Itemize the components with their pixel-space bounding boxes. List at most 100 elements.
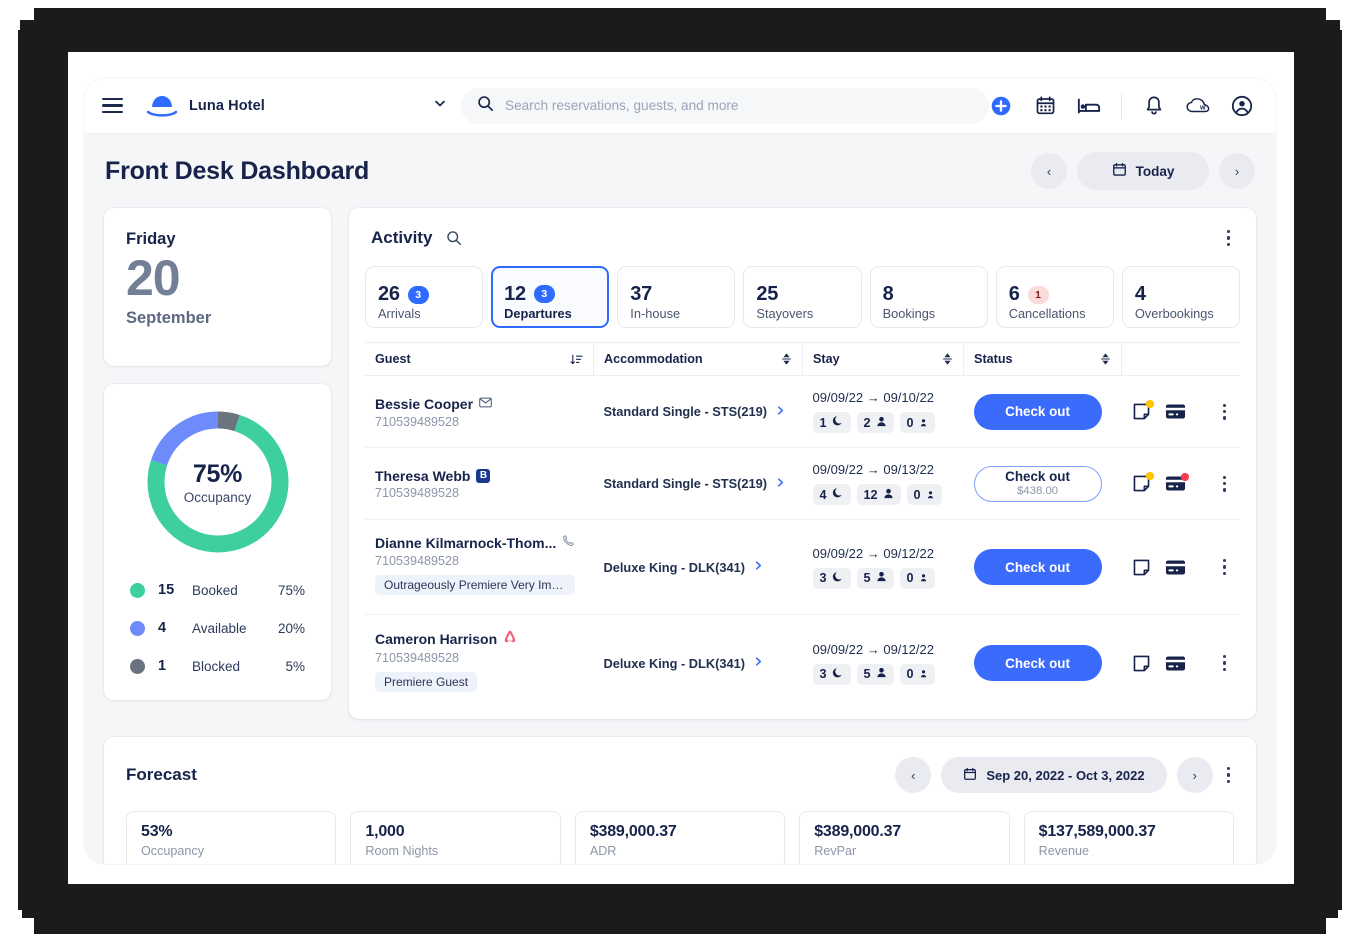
table-row[interactable]: Theresa Webb B 710539489528 Standard Sin… bbox=[365, 448, 1240, 520]
column-header-guest[interactable]: Guest bbox=[365, 343, 593, 376]
forecast-more-vertical-icon[interactable] bbox=[1223, 763, 1234, 787]
search-input[interactable] bbox=[505, 98, 973, 113]
property-selector[interactable]: Luna Hotel bbox=[123, 91, 447, 121]
chevron-right-icon[interactable] bbox=[775, 403, 786, 421]
calendar-icon[interactable] bbox=[1033, 94, 1057, 118]
child-icon bbox=[919, 571, 928, 585]
table-row[interactable]: Bessie Cooper 710539489528 bbox=[365, 376, 1240, 448]
payment-card-icon[interactable] bbox=[1165, 403, 1186, 420]
note-icon[interactable] bbox=[1132, 654, 1151, 673]
activity-card: Activity 26 3 Arrivals bbox=[349, 208, 1256, 719]
legend-percent: 75% bbox=[278, 583, 305, 598]
legend-item-booked: 15 Booked 75% bbox=[130, 582, 305, 598]
chevron-right-icon[interactable] bbox=[753, 558, 764, 576]
activity-more-vertical-icon[interactable] bbox=[1223, 226, 1234, 250]
account-circle-icon[interactable] bbox=[1230, 94, 1254, 118]
guest-id: 710539489528 bbox=[375, 554, 583, 568]
date-card: Friday 20 September bbox=[104, 208, 331, 366]
accommodation-cell[interactable]: Standard Single - STS(219) bbox=[593, 376, 802, 448]
check-out-button[interactable]: Check out bbox=[974, 394, 1102, 430]
adults-chip: 5 bbox=[857, 568, 894, 589]
check-out-button[interactable]: Check out $438.00 bbox=[974, 466, 1102, 502]
children-chip: 0 bbox=[900, 568, 935, 589]
accommodation-cell[interactable]: Deluxe King - DLK(341) bbox=[593, 520, 802, 615]
stay-cell: 09/09/22 → 09/13/22 4 12 bbox=[803, 448, 964, 520]
notifications-bell-icon[interactable] bbox=[1142, 94, 1166, 118]
check-out-button[interactable]: Check out bbox=[974, 645, 1102, 681]
legend-percent: 20% bbox=[278, 621, 305, 636]
stat-tab-arrivals[interactable]: 26 3 Arrivals bbox=[365, 266, 483, 328]
nights-count: 3 bbox=[820, 571, 827, 585]
stat-number: 26 bbox=[378, 283, 400, 306]
payment-card-icon[interactable] bbox=[1165, 559, 1186, 576]
payment-card-icon[interactable] bbox=[1165, 655, 1186, 672]
column-header-actions bbox=[1122, 343, 1240, 376]
note-icon[interactable] bbox=[1132, 558, 1151, 577]
sort-toggle-icon[interactable] bbox=[1100, 352, 1111, 366]
bed-icon[interactable] bbox=[1077, 94, 1101, 118]
row-more-vertical-icon[interactable] bbox=[1219, 555, 1230, 579]
stat-label: Departures bbox=[504, 306, 572, 321]
forecast-next-button[interactable]: › bbox=[1177, 757, 1213, 793]
global-search[interactable] bbox=[461, 88, 989, 124]
stat-label: Overbookings bbox=[1135, 306, 1214, 321]
stat-tab-bookings[interactable]: 8 Bookings bbox=[870, 266, 988, 328]
note-icon[interactable] bbox=[1132, 402, 1151, 421]
row-more-vertical-icon[interactable] bbox=[1219, 400, 1230, 424]
kpi-adr: $389,000.37 ADR bbox=[575, 811, 785, 864]
column-header-stay[interactable]: Stay bbox=[803, 343, 964, 376]
chevron-right-icon[interactable] bbox=[775, 475, 786, 493]
accommodation-cell[interactable]: Standard Single - STS(219) bbox=[593, 448, 802, 520]
previous-day-button[interactable]: ‹ bbox=[1031, 153, 1067, 189]
note-icon[interactable] bbox=[1132, 474, 1151, 493]
accommodation-name: Standard Single - STS(219) bbox=[603, 476, 767, 491]
add-circle-icon[interactable] bbox=[989, 94, 1013, 118]
sort-toggle-icon[interactable] bbox=[942, 352, 953, 366]
table-row[interactable]: Dianne Kilmarnock-Thom... 710539489528 O… bbox=[365, 520, 1240, 615]
adults-chip: 2 bbox=[857, 412, 894, 433]
children-chip: 0 bbox=[900, 664, 935, 685]
stat-badge: 3 bbox=[534, 285, 555, 303]
row-more-vertical-icon[interactable] bbox=[1219, 651, 1230, 675]
column-label: Stay bbox=[813, 352, 840, 366]
row-more-vertical-icon[interactable] bbox=[1219, 472, 1230, 496]
nights-chip: 4 bbox=[813, 484, 851, 505]
accommodation-cell[interactable]: Deluxe King - DLK(341) bbox=[593, 615, 802, 712]
chevron-right-icon[interactable] bbox=[753, 654, 764, 672]
payment-alert-dot bbox=[1181, 473, 1189, 481]
payment-card-icon[interactable] bbox=[1165, 475, 1186, 492]
stat-number: 12 bbox=[504, 283, 526, 306]
page-title: Front Desk Dashboard bbox=[105, 157, 369, 186]
search-icon[interactable] bbox=[446, 230, 462, 246]
nights-chip: 3 bbox=[813, 568, 851, 589]
booking-com-icon: B bbox=[476, 469, 490, 483]
stat-tab-cancellations[interactable]: 6 1 Cancellations bbox=[996, 266, 1114, 328]
forecast-previous-button[interactable]: ‹ bbox=[895, 757, 931, 793]
children-chip: 0 bbox=[900, 412, 935, 433]
topbar-actions: w bbox=[989, 93, 1254, 119]
stat-tab-stayovers[interactable]: 25 Stayovers bbox=[743, 266, 861, 328]
sort-desc-icon[interactable] bbox=[570, 353, 583, 366]
kpi-occupancy: 53% Occupancy bbox=[126, 811, 336, 864]
guest-name: Dianne Kilmarnock-Thom... bbox=[375, 535, 556, 551]
row-actions-cell bbox=[1122, 376, 1240, 448]
calendar-icon bbox=[963, 767, 977, 784]
sort-toggle-icon[interactable] bbox=[781, 352, 792, 366]
forecast-range-button[interactable]: Sep 20, 2022 - Oct 3, 2022 bbox=[941, 757, 1166, 793]
check-out-button[interactable]: Check out bbox=[974, 549, 1102, 585]
chevron-down-icon[interactable] bbox=[433, 96, 447, 115]
column-header-accommodation[interactable]: Accommodation bbox=[593, 343, 802, 376]
column-header-status[interactable]: Status bbox=[964, 343, 1122, 376]
stat-tab-in-house[interactable]: 37 In-house bbox=[617, 266, 735, 328]
table-row[interactable]: Cameron Harrison 710539489528 Premiere G… bbox=[365, 615, 1240, 712]
hamburger-icon[interactable] bbox=[102, 98, 123, 114]
stat-label: Cancellations bbox=[1009, 306, 1086, 321]
today-button[interactable]: Today bbox=[1077, 152, 1209, 190]
adult-icon bbox=[876, 667, 887, 681]
frame-edge-right bbox=[1294, 30, 1342, 910]
cloudbeds-logo-icon[interactable]: w bbox=[1186, 94, 1210, 118]
stat-tab-departures[interactable]: 12 3 Departures bbox=[491, 266, 609, 328]
stat-tab-overbookings[interactable]: 4 Overbookings bbox=[1122, 266, 1240, 328]
search-icon bbox=[477, 95, 494, 117]
next-day-button[interactable]: › bbox=[1219, 153, 1255, 189]
